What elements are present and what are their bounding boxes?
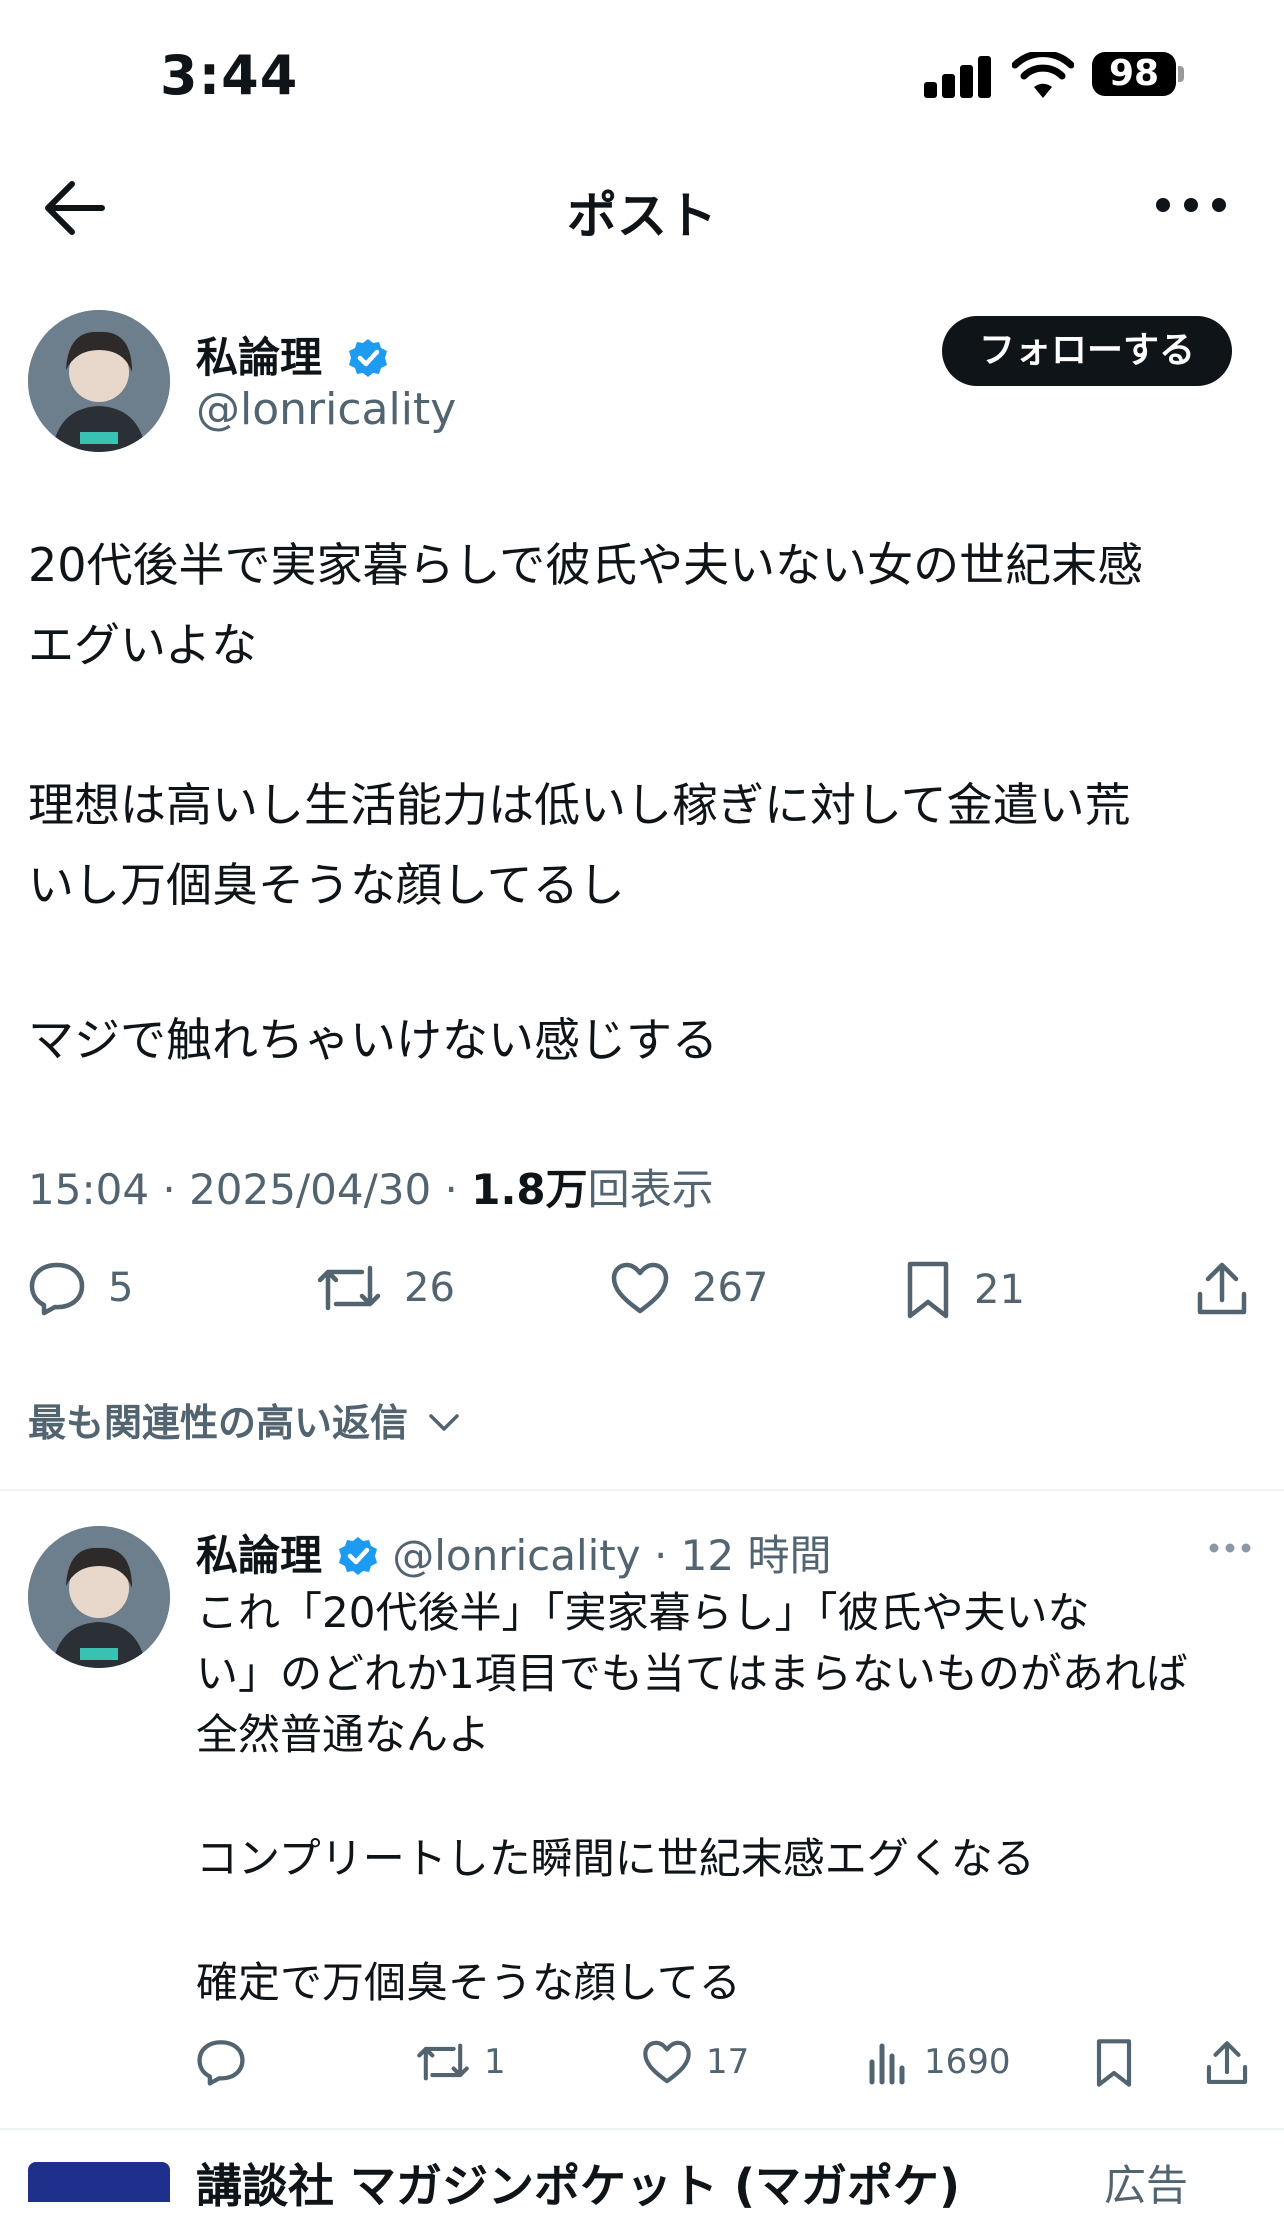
repost-icon — [417, 2043, 469, 2081]
divider — [0, 1489, 1284, 1491]
reply-repost-button[interactable]: 1 — [416, 2038, 506, 2086]
reply-like-button[interactable]: 17 — [642, 2038, 749, 2086]
post-paragraph: 20代後半で実家暮らしで彼氏や夫いない女の世紀末感 エグいよな — [28, 538, 1144, 672]
divider — [0, 2128, 1284, 2130]
battery-cap — [1178, 66, 1184, 82]
ad-logo[interactable] — [28, 2162, 170, 2202]
reply-share-icon[interactable] — [1204, 2038, 1250, 2088]
reply-header: 私論理 @lonricality · 12 時間 — [196, 1522, 831, 1583]
reply-repost-count: 1 — [484, 2042, 506, 2082]
author-name[interactable]: 私論理 — [196, 324, 389, 385]
reply-reply-button[interactable] — [196, 2038, 260, 2086]
bookmark-button[interactable]: 21 — [904, 1260, 1025, 1320]
cellular-signal-icon — [924, 56, 992, 98]
avatar-image — [28, 1526, 170, 1668]
wifi-icon — [1012, 52, 1074, 98]
heart-icon — [611, 1262, 669, 1314]
reply-paragraph: コンプリートした瞬間に世紀末感エグくなる — [196, 1834, 1035, 1883]
analytics-icon — [869, 2043, 905, 2085]
status-time: 3:44 — [160, 44, 299, 107]
page-title: ポスト — [567, 187, 717, 245]
like-count: 267 — [692, 1265, 769, 1311]
replies-sort-dropdown[interactable]: 最も関連性の高い返信 — [28, 1392, 461, 1447]
post-meta: 15:04 · 2025/04/30 · 1.8万回表示 — [28, 1156, 714, 1217]
reply-paragraph: 確定で万個臭そうな顔してる — [196, 1958, 741, 2007]
avatar-image — [28, 310, 170, 452]
reply-paragraph: これ「20代後半」「実家暮らし」「彼氏や夫いな い」のどれか1項目でも当てはまら… — [196, 1588, 1188, 1759]
ad-label: 広告 — [1104, 2161, 1189, 2210]
reply-icon — [197, 2040, 245, 2086]
bookmark-icon — [907, 1261, 949, 1319]
reply-bookmark-icon[interactable] — [1094, 2038, 1134, 2088]
repost-icon — [317, 1265, 381, 1311]
reply-author-name[interactable]: 私論理 — [196, 1531, 322, 1580]
verified-badge-icon — [348, 339, 387, 377]
author-name-text: 私論理 — [196, 333, 323, 382]
reply-more-options-icon[interactable] — [1206, 1536, 1254, 1560]
like-button[interactable]: 267 — [610, 1260, 768, 1316]
reply-views-button[interactable]: 1690 — [866, 2038, 1011, 2086]
battery-icon: 98 — [1092, 52, 1176, 96]
post-paragraph: マジで触れちゃいけない感じする — [28, 1013, 718, 1067]
post-timestamp: 15:04 · 2025/04/30 · — [28, 1165, 472, 1214]
views-label: 回表示 — [587, 1165, 714, 1214]
ad-account-name[interactable]: 講談社 マガジンポケット (マガポケ) — [196, 2150, 960, 2216]
bookmark-count: 21 — [974, 1267, 1025, 1313]
heart-icon — [643, 2040, 691, 2084]
avatar[interactable] — [28, 310, 170, 452]
author-handle[interactable]: @lonricality — [196, 384, 456, 435]
reply-count: 5 — [108, 1265, 134, 1311]
post-paragraph: 理想は高いし生活能力は低いし稼ぎに対して金遣い荒 いし万個臭そうな顔してるし — [28, 778, 1131, 912]
repost-count: 26 — [404, 1265, 455, 1311]
reply-views-count: 1690 — [924, 2042, 1011, 2082]
reply-avatar[interactable] — [28, 1526, 170, 1668]
share-icon[interactable] — [1194, 1260, 1250, 1318]
follow-button[interactable]: フォローする — [942, 316, 1232, 386]
repost-button[interactable]: 26 — [316, 1260, 455, 1316]
views-count[interactable]: 1.8万 — [471, 1165, 587, 1214]
chevron-down-icon — [429, 1414, 459, 1431]
verified-badge-icon — [339, 1537, 378, 1575]
reply-icon — [29, 1262, 85, 1316]
reply-like-count: 17 — [706, 2042, 750, 2082]
more-options-icon[interactable] — [1150, 180, 1232, 230]
replies-sort-label: 最も関連性の高い返信 — [28, 1401, 409, 1445]
reply-handle-time: @lonricality · 12 時間 — [392, 1531, 832, 1580]
reply-button[interactable]: 5 — [28, 1260, 133, 1316]
